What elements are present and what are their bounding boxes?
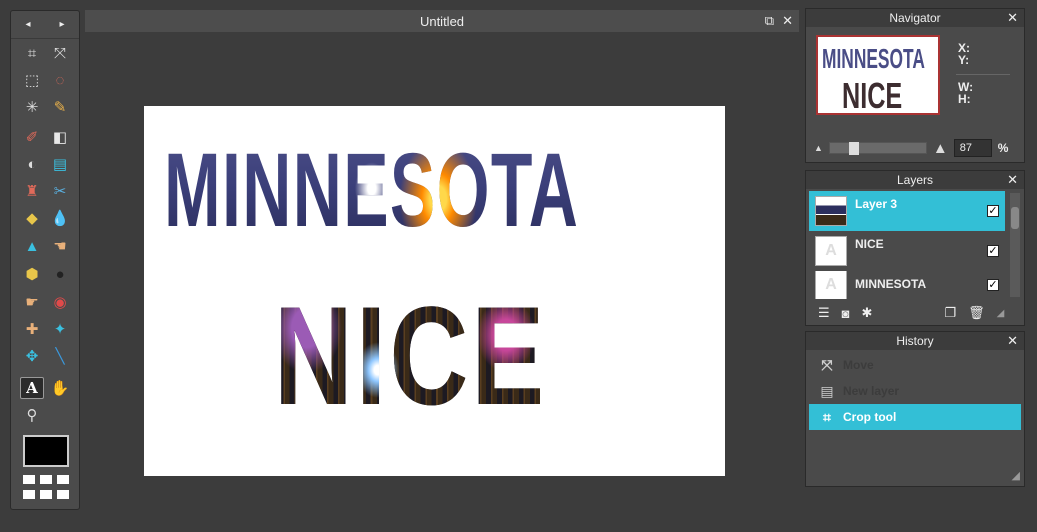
close-icon[interactable]: ✕ xyxy=(1007,10,1018,26)
layer-name: MINNESOTA xyxy=(855,277,927,291)
gradient-icon[interactable]: ▤ xyxy=(48,153,72,175)
history-panel: History ✕ ⤧ Move ▤ New layer ⌗ Crop tool… xyxy=(805,331,1025,487)
color-replace-icon[interactable]: ✂ xyxy=(48,180,72,202)
layer-thumbnail xyxy=(815,196,847,226)
layers-title: Layers xyxy=(896,173,934,187)
navigator-title: Navigator xyxy=(889,11,941,25)
move-icon[interactable]: ⤧ xyxy=(48,42,72,64)
eraser-icon[interactable]: ◧ xyxy=(48,126,72,148)
visibility-checkbox[interactable]: ✓ xyxy=(987,245,999,257)
layer-row-nice[interactable]: A NICE ✓ xyxy=(809,231,1005,271)
magic-wand-icon[interactable]: ✳ xyxy=(20,96,44,118)
panel-layout-icon[interactable] xyxy=(23,475,69,501)
zoom-out-icon[interactable]: ▲ xyxy=(814,143,823,153)
layers-toolbar: ☰ ◙ ✱ ❐ 🗑 ◢ xyxy=(806,301,1024,325)
image-canvas[interactable]: MINNESOTA NICE xyxy=(144,106,725,476)
zoom-row: ▲ ▲ 87 % xyxy=(814,139,1018,157)
red-eye-icon[interactable]: ◉ xyxy=(48,291,72,313)
drawing-icon[interactable]: ◆ xyxy=(20,207,44,229)
foreground-color-swatch[interactable] xyxy=(23,435,69,467)
close-icon[interactable]: ✕ xyxy=(1007,333,1018,349)
collapse-left-icon[interactable]: ◂ xyxy=(25,19,30,30)
blur-icon[interactable]: 💧 xyxy=(48,207,72,229)
restore-icon[interactable]: ⧉ xyxy=(765,13,774,29)
marquee-icon[interactable]: ⬚ xyxy=(20,69,44,91)
layer-name: NICE xyxy=(855,237,884,251)
close-icon[interactable]: ✕ xyxy=(1007,172,1018,188)
resize-handle-icon[interactable]: ◢ xyxy=(1012,469,1020,482)
smudge-icon[interactable]: ☚ xyxy=(48,235,72,257)
visibility-checkbox[interactable]: ✓ xyxy=(987,205,999,217)
new-layer-icon[interactable]: ❐ xyxy=(944,305,956,321)
layer-row-minnesota[interactable]: A MINNESOTA ✓ xyxy=(809,271,1005,299)
zoom-slider[interactable] xyxy=(828,142,927,155)
pinch-icon[interactable]: ✥ xyxy=(20,345,44,367)
paint-bucket-icon[interactable]: ◐ xyxy=(20,153,44,175)
document-titlebar[interactable]: Untitled ⧉ ✕ xyxy=(85,10,799,32)
close-icon[interactable]: ✕ xyxy=(782,13,793,29)
pencil-icon[interactable]: ✎ xyxy=(48,96,72,118)
document-window: Untitled ⧉ ✕ MINNESOTA NICE xyxy=(85,10,799,532)
lasso-icon[interactable]: ◌ xyxy=(48,69,72,91)
move-icon: ⤧ xyxy=(821,356,833,373)
y-label: Y: xyxy=(958,53,970,67)
spot-heal-icon[interactable]: ✚ xyxy=(20,318,44,340)
history-header: History ✕ xyxy=(806,332,1024,350)
canvas-text-minnesota: MINNESOTA xyxy=(164,131,580,250)
color-picker-icon[interactable]: ╲ xyxy=(48,345,72,367)
h-label: H: xyxy=(958,92,971,106)
history-label: Move xyxy=(843,358,874,372)
toolbox-header: ◂ ▸ xyxy=(11,11,79,39)
thumbnail-text-nice: NICE xyxy=(842,75,903,115)
delete-layer-icon[interactable]: 🗑 xyxy=(968,305,985,321)
layers-scrollbar[interactable] xyxy=(1010,193,1020,297)
burn-icon[interactable]: ☛ xyxy=(20,291,44,313)
layer-thumbnail: A xyxy=(815,236,847,266)
brush-icon[interactable]: ✐ xyxy=(20,126,44,148)
hand-icon[interactable]: ✋ xyxy=(48,377,72,399)
history-item-move[interactable]: ⤧ Move xyxy=(809,352,1021,378)
mask-icon[interactable]: ◙ xyxy=(842,306,850,321)
zoom-slider-handle[interactable] xyxy=(848,142,859,155)
document-title: Untitled xyxy=(419,13,465,29)
adjustment-icon[interactable]: ☰ xyxy=(818,305,830,321)
layer-name: Layer 3 xyxy=(855,197,898,211)
dodge-icon[interactable]: ● xyxy=(48,263,72,285)
tool-panel: ◂ ▸ ⌗ ⤧ ⬚ ◌ ✳ ✎ ✐ ◧ ◐ ▤ ♜ ✂ ◆ 💧 ▲ ☚ ⬢ ● ☛ ◉ ✚ ✦ ✥ ╲ A ✋ ⚲ xyxy=(10,10,80,510)
zoom-in-icon[interactable]: ▲ xyxy=(933,140,948,157)
resize-handle-icon[interactable]: ◢ xyxy=(997,308,1005,319)
history-item-crop-tool[interactable]: ⌗ Crop tool xyxy=(809,404,1021,430)
collapse-right-icon[interactable]: ▸ xyxy=(59,19,64,30)
navigator-thumbnail[interactable]: MINNESOTA NICE xyxy=(816,35,940,115)
divider xyxy=(956,74,1010,75)
history-label: New layer xyxy=(843,384,900,398)
photo-editor-app: ◂ ▸ ⌗ ⤧ ⬚ ◌ ✳ ✎ ✐ ◧ ◐ ▤ ♜ ✂ ◆ 💧 ▲ ☚ ⬢ ● ☛ ◉ ✚ ✦ ✥ ╲ A ✋ ⚲ Untitled… xyxy=(0,0,1037,532)
layer-row-layer-3[interactable]: Layer 3 ✓ xyxy=(809,191,1005,231)
zoom-icon[interactable]: ⚲ xyxy=(20,404,44,426)
stamp-icon[interactable]: ♜ xyxy=(20,180,44,202)
layers-header: Layers ✕ xyxy=(806,171,1024,189)
layers-panel: Layers ✕ Layer 3 ✓ A NICE ✓ A MINNESOTA … xyxy=(805,170,1025,326)
new-layer-icon: ▤ xyxy=(820,382,834,399)
crop-icon: ⌗ xyxy=(823,408,831,425)
canvas-text-nice: NICE xyxy=(274,277,548,434)
bloat-icon[interactable]: ✦ xyxy=(48,318,72,340)
visibility-checkbox[interactable]: ✓ xyxy=(987,279,999,291)
history-label: Crop tool xyxy=(843,410,897,424)
navigator-panel: Navigator ✕ MINNESOTA NICE X: Y: W: H: ▲… xyxy=(805,8,1025,163)
thumbnail-text-minnesota: MINNESOTA xyxy=(822,43,925,74)
history-title: History xyxy=(896,334,934,348)
type-icon[interactable]: A xyxy=(20,377,44,399)
layer-style-icon[interactable]: ✱ xyxy=(862,305,873,321)
zoom-input[interactable]: 87 xyxy=(953,139,992,157)
layer-thumbnail: A xyxy=(815,271,847,299)
zoom-unit: % xyxy=(997,141,1009,155)
sharpen-icon[interactable]: ▲ xyxy=(20,235,44,257)
crop-icon[interactable]: ⌗ xyxy=(20,42,44,64)
history-item-new-layer[interactable]: ▤ New layer xyxy=(809,378,1021,404)
sponge-icon[interactable]: ⬢ xyxy=(20,263,44,285)
navigator-header: Navigator ✕ xyxy=(806,9,1024,27)
